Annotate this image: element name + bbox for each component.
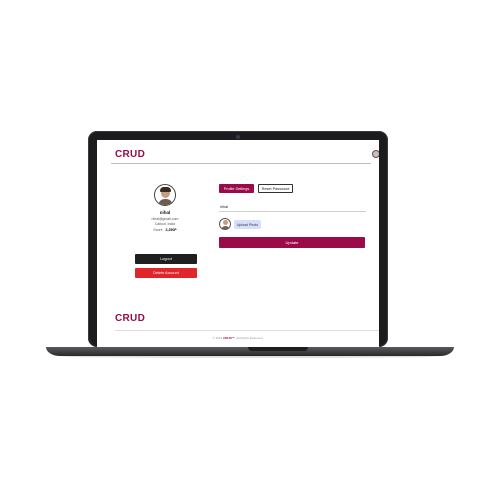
name-field[interactable] [219, 203, 366, 212]
laptop-shadow [60, 355, 440, 358]
header-avatar-icon[interactable] [372, 150, 379, 158]
copyright-brand: CRUD™ [223, 336, 235, 340]
footer-logo[interactable]: CRUD [115, 313, 145, 324]
profile-email: nihal@gmail.com [151, 217, 179, 221]
laptop-notch [248, 347, 308, 351]
logout-button[interactable]: Logout [135, 254, 197, 264]
laptop-screen: CRUD nihal nihal@gmail.com Calicut, Indi… [97, 140, 379, 347]
photo-preview-icon [219, 218, 231, 230]
footer-copyright: © 2024 CRUD™. All Rights Reserved. [97, 336, 379, 340]
tab-reset-password[interactable]: Reset Password [258, 184, 293, 193]
copyright-suffix: . All Rights Reserved. [234, 336, 264, 340]
score-value: 3,250P [165, 228, 177, 232]
tab-profile-settings[interactable]: Profile Settings [219, 184, 254, 193]
profile-score: Score 3,250P [137, 228, 193, 232]
camera-icon [236, 135, 240, 139]
profile-avatar-icon [154, 184, 176, 206]
header-divider [111, 163, 371, 164]
copyright-prefix: © 2024 [212, 336, 223, 340]
profile-name: nihal [159, 210, 171, 215]
delete-account-button[interactable]: Delete Account [135, 268, 197, 278]
footer-divider [115, 330, 379, 331]
laptop-lid: CRUD nihal nihal@gmail.com Calicut, Indi… [88, 131, 388, 347]
upload-photo-button[interactable]: Upload Photo [234, 220, 261, 229]
update-button[interactable]: Update [219, 237, 365, 248]
profile-location: Calicut, India [154, 222, 176, 226]
header-logo[interactable]: CRUD [115, 149, 145, 160]
score-label: Score [153, 228, 163, 232]
